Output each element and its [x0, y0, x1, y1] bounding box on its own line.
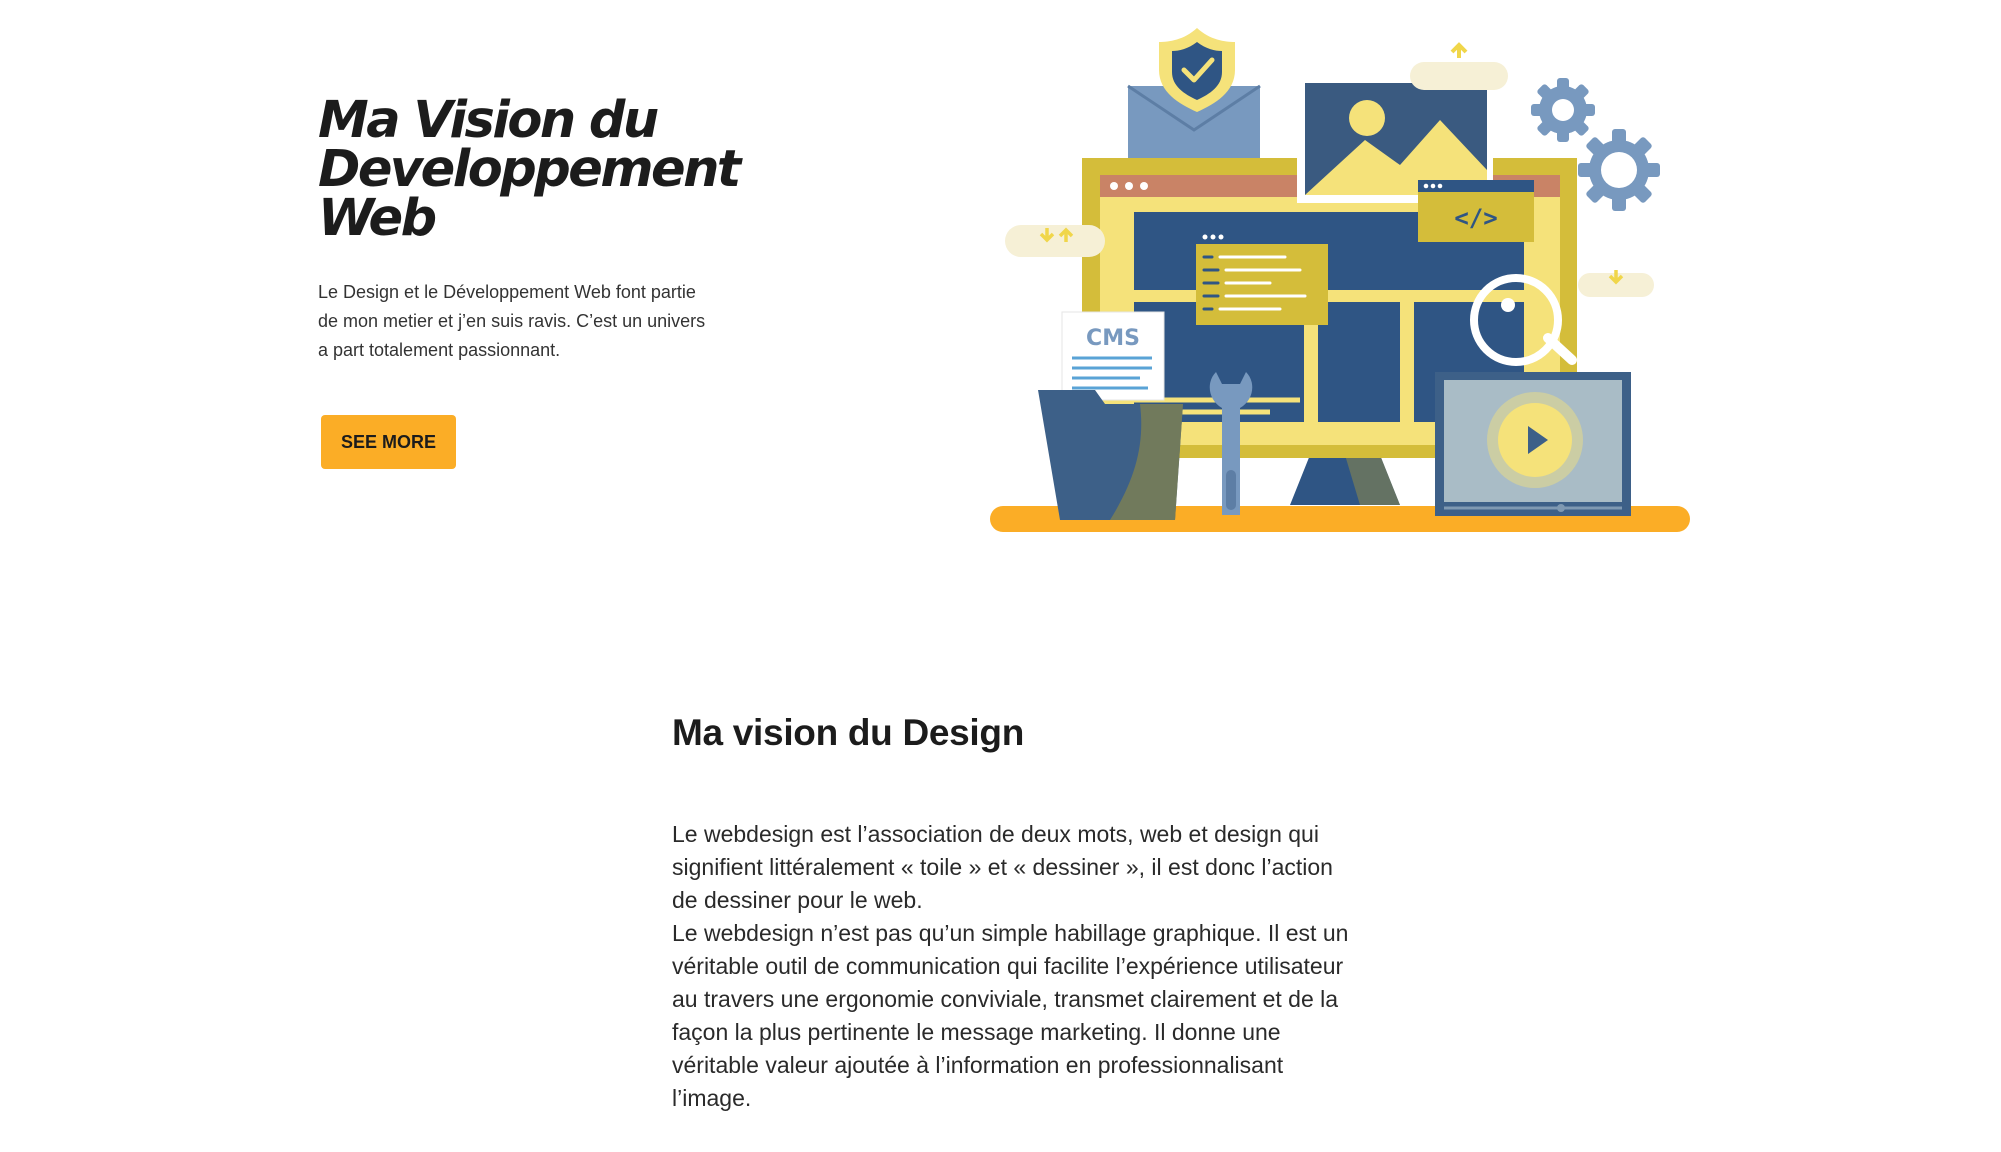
upload-arrow-icon	[1450, 42, 1468, 58]
cloud-top	[1410, 62, 1508, 90]
browser-dot-3	[1140, 182, 1148, 190]
cms-label: CMS	[1086, 326, 1140, 351]
design-paragraph-1: Le webdesign est l’association de deux m…	[672, 821, 1333, 913]
screen-panel-mid	[1318, 302, 1400, 422]
browser-dot-1	[1110, 182, 1118, 190]
hero-title-line-3: Web	[318, 189, 437, 248]
design-paragraph-2: Le webdesign n’est pas qu’un simple habi…	[672, 920, 1349, 1111]
code-window	[1196, 230, 1328, 325]
hero-title: Ma Vision du Developpement Web	[318, 95, 958, 244]
gear-icon	[1531, 78, 1595, 142]
code-tag-label: </>	[1454, 204, 1497, 232]
hero-description: Le Design et le Développement Web font p…	[318, 282, 706, 360]
gear-icon-large	[1578, 129, 1660, 211]
design-section-body: Le webdesign est l’association de deux m…	[672, 818, 1352, 1115]
image-sun	[1349, 100, 1385, 136]
download-arrow-icon	[1608, 270, 1624, 285]
design-section-title: Ma vision du Design	[672, 712, 1025, 753]
see-more-button[interactable]: SEE MORE	[321, 415, 456, 469]
browser-dot-2	[1125, 182, 1133, 190]
cloud-left	[1005, 225, 1105, 257]
web-development-illustration: </> CMS	[990, 28, 1690, 532]
